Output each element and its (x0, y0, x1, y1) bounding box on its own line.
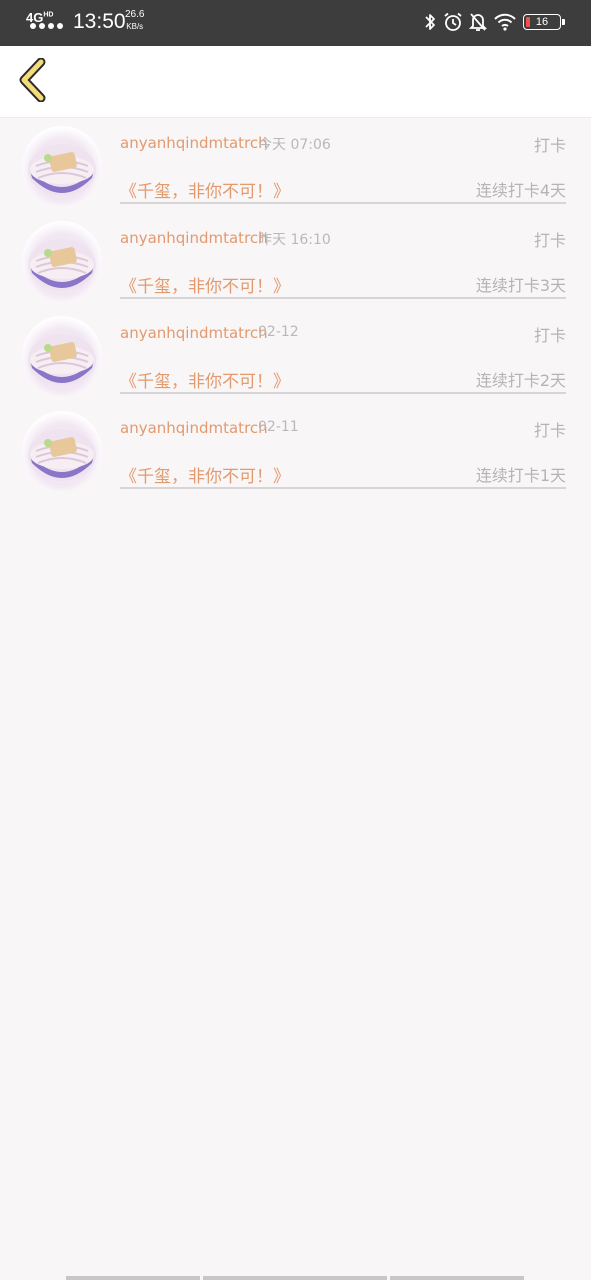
checkin-action: 打卡 (533, 136, 566, 155)
back-button[interactable] (12, 57, 52, 106)
list-item[interactable]: anyanhqindmtatrch 02-12 打卡 《千玺，非你不可！》 连续… (0, 308, 591, 403)
bluetooth-icon (423, 12, 437, 32)
divider (120, 297, 566, 299)
checkin-title: 《千玺，非你不可！》 (120, 467, 290, 487)
checkin-action: 打卡 (533, 421, 566, 440)
divider (120, 392, 566, 394)
avatar[interactable] (22, 126, 102, 206)
nav-bar (0, 46, 591, 118)
checkin-title: 《千玺，非你不可！》 (120, 372, 290, 392)
streak-count: 连续打卡2天 (475, 371, 566, 390)
wifi-icon (493, 13, 517, 31)
list-item[interactable]: anyanhqindmtatrch 今天 07:06 打卡 《千玺，非你不可！》… (0, 118, 591, 213)
username: anyanhqindmtatrch (120, 419, 268, 437)
network-hd-label: HD (43, 11, 54, 19)
divider (120, 202, 566, 204)
checkin-title: 《千玺，非你不可！》 (120, 182, 290, 202)
avatar[interactable] (22, 411, 102, 491)
network-speed-unit: KB/s (126, 22, 144, 31)
gesture-bar[interactable] (66, 1276, 526, 1280)
username: anyanhqindmtatrch (120, 134, 268, 152)
checkin-time: 02-11 (258, 419, 299, 435)
username: anyanhqindmtatrch (120, 324, 268, 342)
checkin-action: 打卡 (533, 231, 566, 250)
list-item[interactable]: anyanhqindmtatrch 昨天 16:10 打卡 《千玺，非你不可！》… (0, 213, 591, 308)
mute-bell-icon (469, 12, 487, 32)
checkin-time: 今天 07:06 (258, 137, 331, 153)
chevron-left-icon (17, 57, 47, 106)
checkin-list: anyanhqindmtatrch 今天 07:06 打卡 《千玺，非你不可！》… (0, 118, 591, 498)
streak-count: 连续打卡3天 (475, 276, 566, 295)
status-time: 13:50 (73, 10, 126, 33)
battery-level: 16 (535, 16, 549, 28)
username: anyanhqindmtatrch (120, 229, 268, 247)
status-icons: 16 (423, 12, 565, 32)
network-speed: 26.6 KB/s (125, 9, 144, 33)
checkin-time: 02-12 (258, 324, 299, 340)
avatar[interactable] (22, 316, 102, 396)
battery-icon: 16 (523, 14, 561, 30)
status-bar: 4GHD 13:50 26.6 KB/s 16 (0, 0, 591, 46)
streak-count: 连续打卡1天 (475, 466, 566, 485)
checkin-title: 《千玺，非你不可！》 (120, 277, 290, 297)
checkin-action: 打卡 (533, 326, 566, 345)
signal-strength-icon (30, 23, 63, 29)
streak-count: 连续打卡4天 (475, 181, 566, 200)
list-item[interactable]: anyanhqindmtatrch 02-11 打卡 《千玺，非你不可！》 连续… (0, 403, 591, 498)
avatar[interactable] (22, 221, 102, 301)
checkin-time: 昨天 16:10 (258, 232, 331, 248)
divider (120, 487, 566, 489)
alarm-icon (443, 12, 463, 32)
network-speed-value: 26.6 (125, 9, 145, 20)
